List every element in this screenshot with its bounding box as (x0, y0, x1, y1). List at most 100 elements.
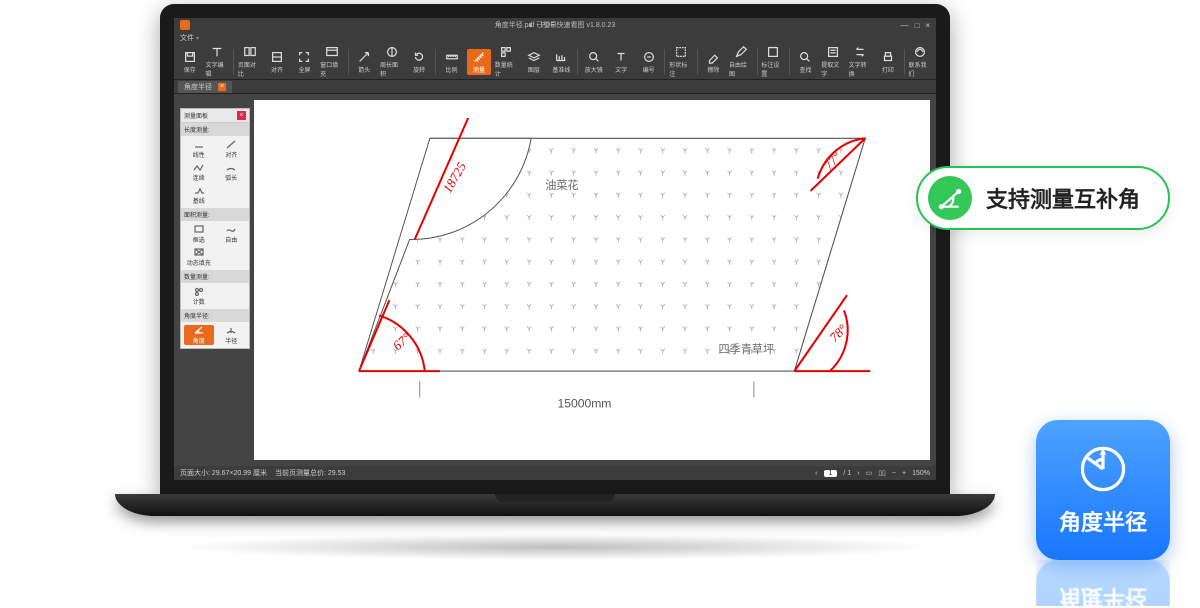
minimize-button[interactable]: — (900, 21, 908, 30)
rect-icon (193, 224, 205, 234)
workspace: 测量面板 × 长度测量:线性对齐连续弧长基线面积测量:框选自由动态填充数量测量:… (174, 94, 936, 466)
tool-label: 擦除 (707, 65, 719, 74)
tab-doc[interactable]: 角度半径 × (178, 81, 232, 93)
pager-next-icon[interactable]: › (857, 470, 859, 477)
search-icon (798, 50, 812, 64)
convert-icon (853, 45, 867, 59)
poly-icon (193, 162, 205, 172)
tool-clip-set[interactable]: 标注设置 (761, 45, 784, 78)
measure-tool-rect[interactable]: 框选 (184, 224, 214, 244)
tool-text2[interactable]: 文字 (609, 50, 632, 74)
tool-label: 周长面积 (380, 60, 403, 78)
tool-arrow[interactable]: 箭头 (353, 50, 376, 74)
toolbar-separator (435, 49, 436, 75)
tool-window-fill[interactable]: 窗口填充 (320, 45, 343, 78)
toolbar-separator (664, 49, 665, 75)
measure-tool-cnt[interactable]: 计数 (184, 286, 214, 306)
measure-tool-arc[interactable]: 弧长 (217, 162, 247, 182)
mini-label: 动态填充 (187, 258, 211, 267)
tool-search[interactable]: 查找 (794, 50, 817, 74)
maximize-button[interactable]: □ (914, 21, 919, 30)
tool-align[interactable]: 对齐 (265, 50, 288, 74)
toolbar-separator (757, 49, 758, 75)
feature-callout: 支持测量互补角 (916, 166, 1170, 230)
tool-save[interactable]: 保存 (178, 50, 201, 74)
close-button[interactable]: × (925, 21, 930, 30)
pager-prev-icon[interactable]: ‹ (815, 470, 817, 477)
login-status[interactable]: ▲ 已登录 (527, 20, 557, 30)
measure-tool-rad[interactable]: 半径 (217, 325, 247, 345)
measure-tool-ang[interactable]: 角度 (184, 325, 214, 345)
tool-compare[interactable]: 比例 (440, 50, 463, 74)
callout-text: 支持测量互补角 (986, 182, 1140, 214)
tool-label: 文字 (615, 65, 627, 74)
tab-label: 角度半径 (184, 82, 212, 92)
tool-revise[interactable]: 编号 (637, 50, 660, 74)
tool-magnify[interactable]: 放大镜 (582, 50, 605, 74)
zoom-in-icon[interactable]: + (902, 470, 906, 477)
tool-line-width[interactable]: 周长面积 (380, 45, 403, 78)
measure-tool-base[interactable]: 基线 (184, 185, 214, 205)
ang-icon (193, 325, 205, 335)
layout-single-icon[interactable]: ▭ (866, 469, 873, 477)
tool-full[interactable]: 全屏 (293, 50, 316, 74)
mini-label: 角度 (193, 336, 205, 345)
zoom-out-icon[interactable]: − (892, 470, 896, 477)
tool-extract[interactable]: 提取文字 (821, 45, 844, 78)
tool-support[interactable]: 联系我们 (908, 45, 931, 78)
laptop-mockup: 角度半径.pdf - PDF 快速看图 v1.8.0.23 ▲ 已登录 — □ … (160, 4, 950, 534)
screen-bezel: 角度半径.pdf - PDF 快速看图 v1.8.0.23 ▲ 已登录 — □ … (160, 4, 950, 494)
measure-tool-fill[interactable]: 动态填充 (184, 247, 214, 267)
tool-print[interactable]: 打印 (876, 50, 899, 74)
page-layout-icon (243, 45, 257, 59)
align-icon (270, 50, 284, 64)
line-width-icon (385, 45, 399, 59)
mini-label: 连续 (193, 173, 205, 182)
panel-section-header: 面积测量: (181, 208, 249, 221)
measure-tool-poly[interactable]: 连续 (184, 162, 214, 182)
layout-double-icon[interactable]: ▯▯ (878, 469, 886, 477)
mini-label: 自由 (225, 235, 237, 244)
laptop-shadow (175, 534, 935, 560)
laptop-base (115, 494, 995, 516)
tool-label: 联系我们 (908, 60, 931, 78)
feature-card-label: 角度半径 (1059, 505, 1147, 537)
layers-icon (527, 50, 541, 64)
tool-label: 箭头 (358, 65, 370, 74)
tool-label: 基准线 (552, 65, 570, 74)
support-icon (913, 45, 927, 59)
toolbar: 保存文字编辑页面对比对齐全屏窗口填充箭头 周长面积旋转比例测量数量统计图层基准线 放… (174, 44, 936, 80)
mini-label: 基线 (193, 196, 205, 205)
tool-convert[interactable]: 文字转换 (849, 45, 872, 78)
statusbar: 页面大小: 29.67×20.99 厘米 当前页测量总价: 29.53 ‹ 1 … (174, 466, 936, 480)
feature-card[interactable]: 角度半径 (1036, 420, 1170, 560)
tool-baseline[interactable]: 基准线 (550, 50, 573, 74)
panel-close-icon[interactable]: × (237, 111, 246, 120)
tool-page-layout[interactable]: 页面对比 (238, 45, 261, 78)
app-window: 角度半径.pdf - PDF 快速看图 v1.8.0.23 ▲ 已登录 — □ … (174, 18, 936, 480)
tool-rotate[interactable]: 旋转 (407, 50, 430, 74)
pager-current[interactable]: 1 (824, 470, 838, 477)
tool-freedraw[interactable]: 自由绘图 (729, 45, 752, 78)
tool-stats[interactable]: 数量统计 (495, 45, 518, 78)
canvas[interactable]: 77° 67° 78° 18725 (254, 100, 930, 460)
measure-tool-align[interactable]: 对齐 (217, 139, 247, 159)
toolbar-separator (789, 49, 790, 75)
tool-label: 查找 (799, 65, 811, 74)
titlebar: 角度半径.pdf - PDF 快速看图 v1.8.0.23 ▲ 已登录 — □ … (174, 18, 936, 32)
tool-label: 自由绘图 (729, 60, 752, 78)
tool-measure[interactable]: 测量 (467, 49, 490, 75)
tool-text-edit[interactable]: 文字编辑 (205, 45, 228, 78)
feature-card-reflection: 角度半径 (1036, 560, 1170, 606)
measure-tool-line[interactable]: 线性 (184, 139, 214, 159)
file-menu[interactable]: 文件 ▾ (180, 33, 199, 43)
tool-layers[interactable]: 图层 (522, 50, 545, 74)
mini-label: 线性 (193, 150, 205, 159)
base-icon (193, 185, 205, 195)
tool-erase[interactable]: 擦除 (702, 50, 725, 74)
print-icon (881, 50, 895, 64)
tab-close-icon[interactable]: × (218, 83, 226, 91)
measure-tool-free[interactable]: 自由 (217, 224, 247, 244)
tool-shape-mark[interactable]: 形状标注 (669, 45, 692, 78)
document-tabs: 角度半径 × (174, 80, 936, 94)
